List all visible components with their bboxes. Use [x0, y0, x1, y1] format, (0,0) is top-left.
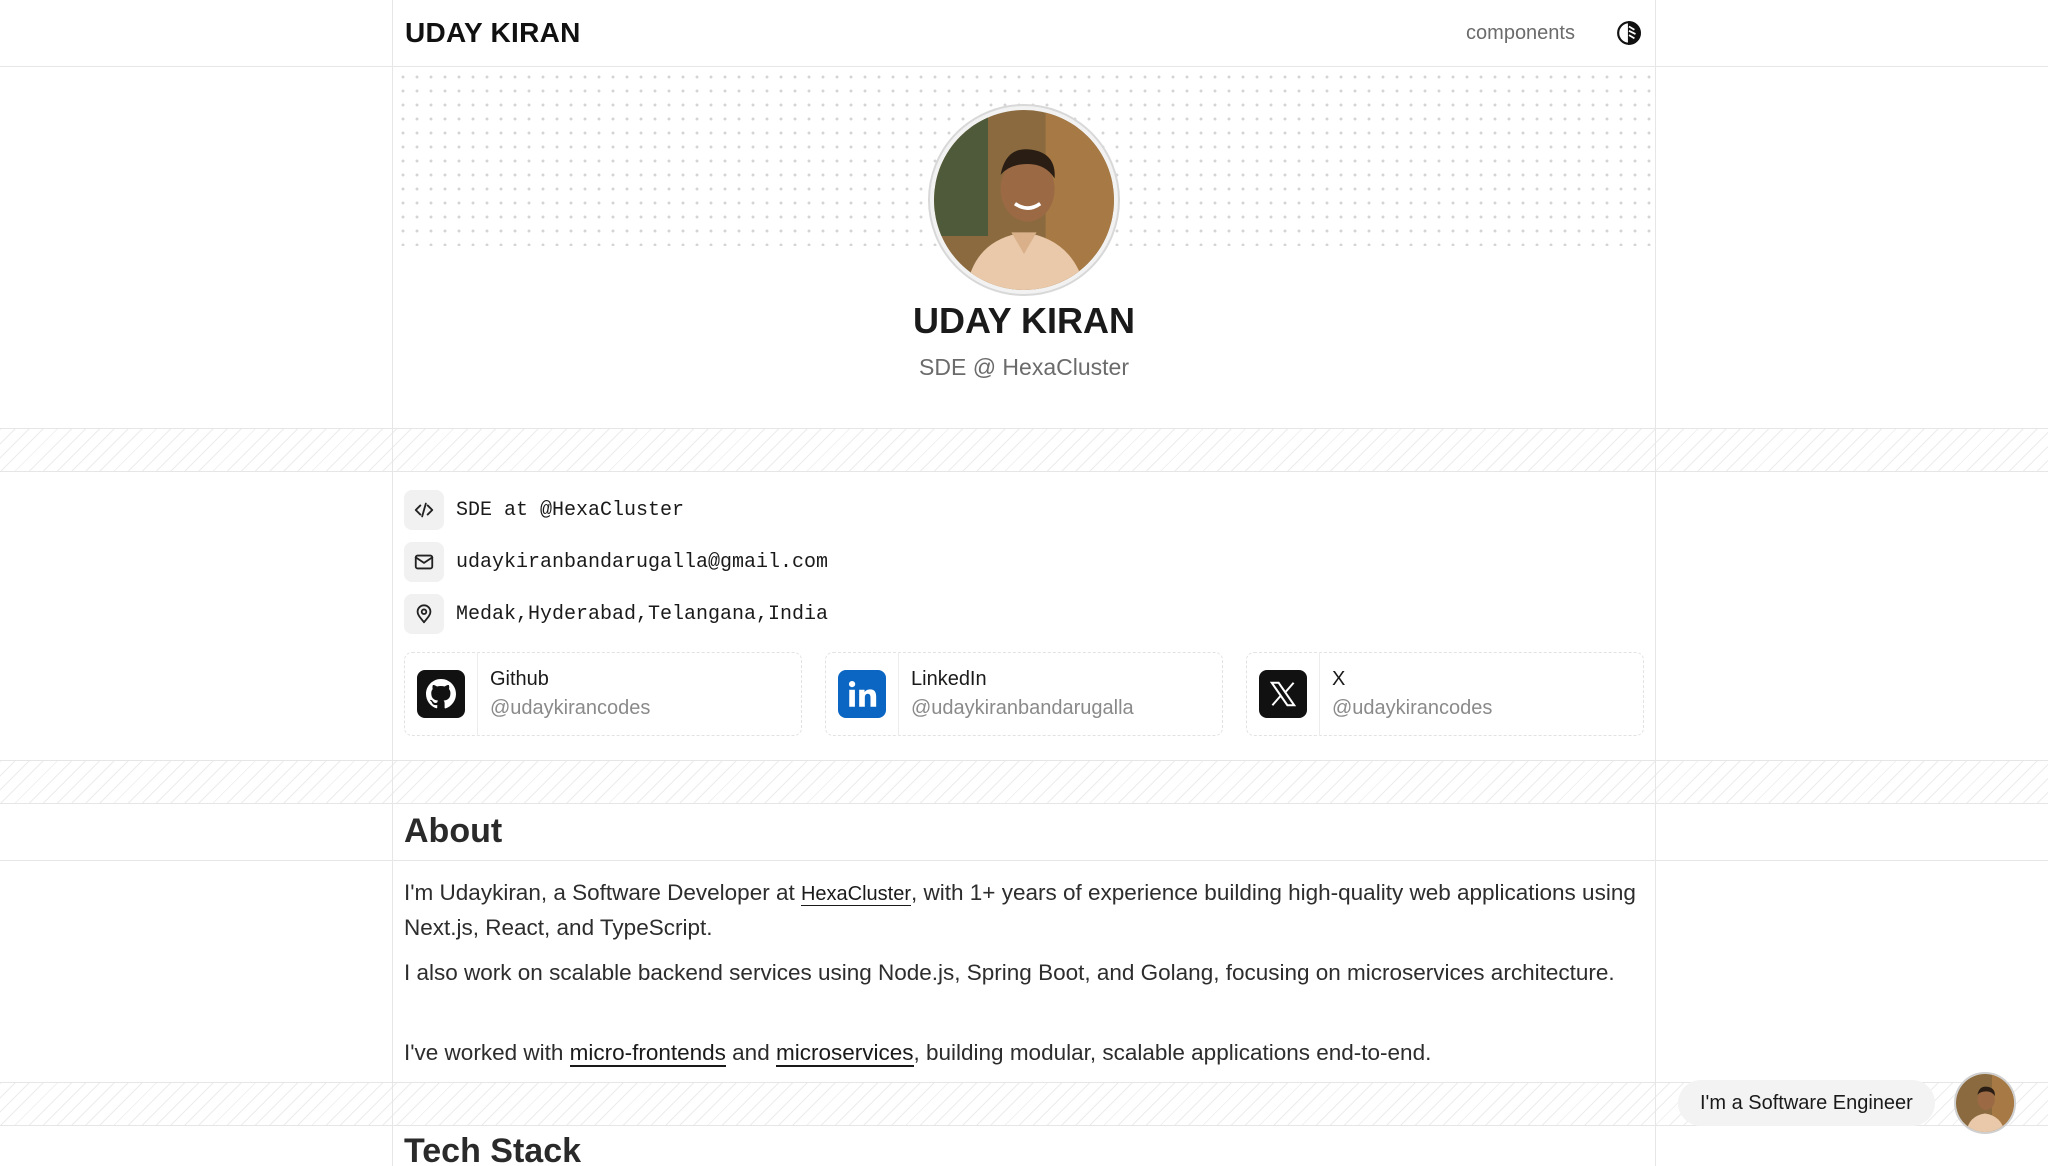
- about-text: , building modular, scalable application…: [913, 1040, 1432, 1065]
- social-name: X: [1332, 668, 1346, 690]
- microservices-link[interactable]: microservices: [775, 1040, 914, 1067]
- info-row-location: Medak,Hyderabad,Telangana,India: [404, 594, 828, 634]
- map-pin-icon: [404, 594, 444, 634]
- social-name: LinkedIn: [911, 668, 987, 690]
- theme-toggle-button[interactable]: [1615, 19, 1643, 47]
- card-divider: [898, 652, 899, 736]
- frame-line-right: [1655, 0, 1656, 1166]
- micro-frontends-link[interactable]: micro-frontends: [569, 1040, 726, 1067]
- hero-name: UDAY KIRAN: [912, 300, 1136, 341]
- nav: components: [1466, 19, 1643, 47]
- info-row-email[interactable]: udaykiranbandarugalla@gmail.com: [404, 542, 828, 582]
- status-chip: I'm a Software Engineer: [1678, 1080, 1935, 1126]
- card-divider: [1319, 652, 1320, 736]
- about-paragraph-3: I've worked with micro-frontends and mic…: [404, 1036, 1649, 1070]
- code-icon: [404, 490, 444, 530]
- header-divider: [0, 66, 2048, 67]
- separator-band: [0, 428, 2048, 472]
- hero-role: SDE @ HexaCluster: [919, 354, 1129, 380]
- social-name: Github: [490, 668, 549, 690]
- social-card-github[interactable]: Github @udaykirancodes: [404, 652, 802, 736]
- social-handle: @udaykirancodes: [490, 697, 651, 719]
- avatar-photo: [1956, 1074, 2014, 1132]
- separator-band: [0, 760, 2048, 804]
- linkedin-icon: [838, 670, 886, 718]
- info-job-text: SDE at @HexaCluster: [456, 498, 685, 522]
- x-icon: [1259, 670, 1307, 718]
- info-email-text[interactable]: udaykiranbandarugalla@gmail.com: [456, 551, 828, 574]
- info-location-text: Medak,Hyderabad,Telangana,India: [456, 602, 829, 626]
- about-divider: [0, 860, 2048, 861]
- chat-avatar[interactable]: [1954, 1072, 2016, 1134]
- frame-line-left: [392, 0, 393, 1166]
- social-handle: @udaykiranbandarugalla: [911, 697, 1134, 719]
- nav-link-components[interactable]: components: [1466, 22, 1575, 45]
- social-card-linkedin[interactable]: LinkedIn @udaykiranbandarugalla: [825, 652, 1223, 736]
- about-text: and: [725, 1040, 776, 1065]
- about-paragraph-1: I'm Udaykiran, a Software Developer at H…: [404, 876, 1649, 945]
- about-title: About: [404, 812, 503, 850]
- about-text: I'm Udaykiran, a Software Developer at: [404, 880, 801, 905]
- theme-toggle-icon: [1617, 21, 1641, 45]
- brand-logo[interactable]: UDAY KIRAN: [405, 17, 581, 49]
- site-header: UDAY KIRAN components: [393, 0, 1655, 66]
- info-row-job: SDE at @HexaCluster: [404, 490, 684, 530]
- profile-photo: [934, 110, 1114, 290]
- profile-avatar: [928, 104, 1120, 296]
- about-text: I've worked with: [404, 1040, 570, 1065]
- social-card-x[interactable]: X @udaykirancodes: [1246, 652, 1644, 736]
- tech-stack-title: Tech Stack: [404, 1132, 582, 1166]
- mail-icon: [404, 542, 444, 582]
- github-icon: [417, 670, 465, 718]
- card-divider: [477, 652, 478, 736]
- social-handle: @udaykirancodes: [1332, 697, 1493, 719]
- about-paragraph-2: I also work on scalable backend services…: [404, 960, 1615, 985]
- hexacluster-link[interactable]: HexaCluster: [800, 883, 912, 906]
